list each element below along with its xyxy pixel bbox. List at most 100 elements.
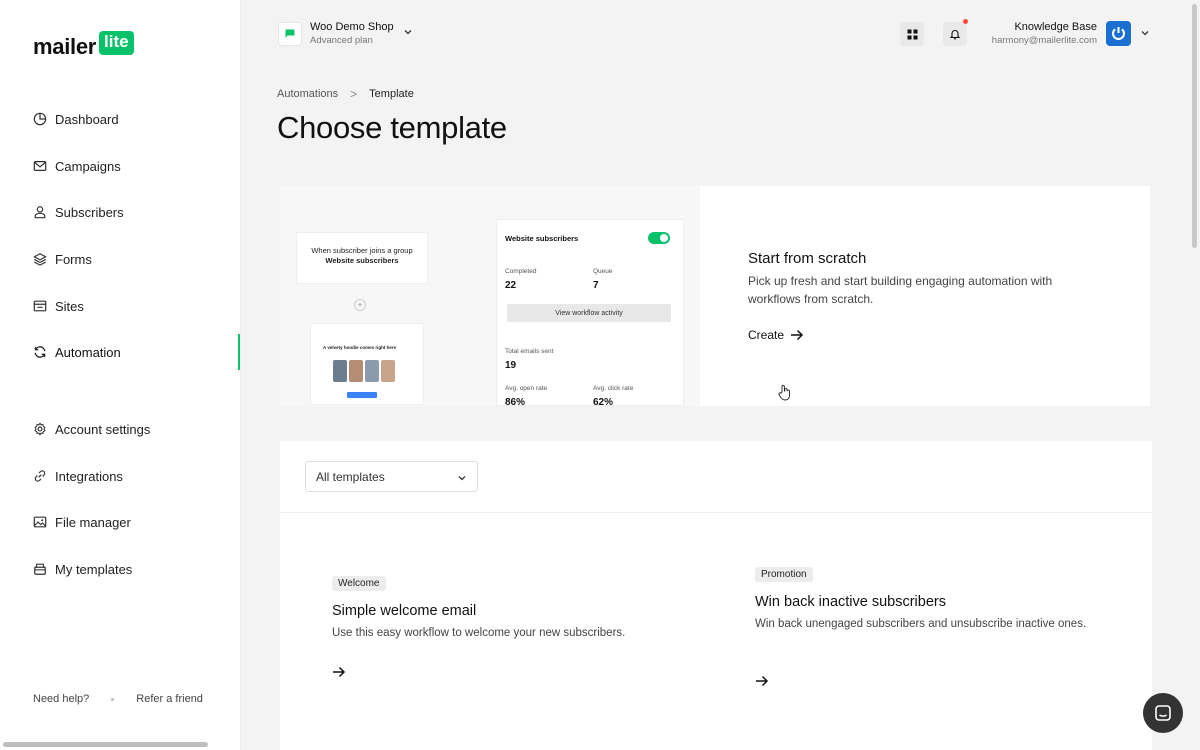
preview-photo <box>381 360 395 382</box>
preview-queue-label: Queue <box>593 268 613 275</box>
gear-icon <box>33 422 47 436</box>
sidebar-item-my-templates[interactable]: My templates <box>0 554 241 584</box>
preview-photo <box>365 360 379 382</box>
preview-trigger-text: When subscriber joins a group <box>311 246 413 255</box>
sidebar-item-label: Subscribers <box>55 204 124 220</box>
preview-completed-label: Completed <box>505 268 537 275</box>
preview-total-label: Total emails sent <box>505 348 554 355</box>
account-email: harmony@mailerlite.com <box>991 35 1097 46</box>
hand-cursor-icon <box>778 384 790 401</box>
chevron-down-icon[interactable] <box>1139 27 1151 39</box>
preview-open-label: Avg. open rate <box>505 385 548 392</box>
arrow-right-icon <box>791 329 804 341</box>
sidebar-item-label: Account settings <box>55 421 151 437</box>
sidebar-item-integrations[interactable]: Integrations <box>0 461 241 491</box>
create-button[interactable]: Create <box>748 328 804 342</box>
preview-email-button <box>347 392 377 398</box>
sidebar-item-account-settings[interactable]: Account settings <box>0 414 241 444</box>
account-name[interactable]: Knowledge Base <box>1014 21 1097 33</box>
preview-trigger-group: Website subscribers <box>325 256 399 265</box>
scratch-title: Start from scratch <box>748 250 867 267</box>
mailerlite-logo[interactable]: mailer lite <box>33 31 134 60</box>
scrollbar-thumb[interactable] <box>1192 4 1197 248</box>
sidebar-item-forms[interactable]: Forms <box>0 244 241 274</box>
shop-plan: Advanced plan <box>310 35 373 46</box>
sidebar-item-label: My templates <box>55 561 133 577</box>
image-icon <box>33 515 47 529</box>
preview-click-value: 62% <box>593 397 614 408</box>
preview-stats-title: Website subscribers <box>505 234 579 243</box>
chevron-down-icon <box>458 476 466 481</box>
breadcrumb-separator: > <box>350 87 358 101</box>
preview-email-headline: A velvety hoodie comes right here <box>323 345 397 350</box>
logo-badge: lite <box>99 31 134 55</box>
sidebar-item-label: File manager <box>55 514 131 530</box>
preview-photo <box>333 360 347 382</box>
preview-stats-panel: Website subscribers Completed 22 Queue 7… <box>496 219 684 408</box>
dashboard-icon <box>33 112 47 126</box>
sidebar-item-sites[interactable]: Sites <box>0 291 241 321</box>
browser-icon <box>33 299 47 313</box>
grid-icon <box>907 29 917 39</box>
avatar[interactable] <box>1106 21 1131 46</box>
breadcrumb: Automations > Template <box>277 87 414 101</box>
shop-flag-icon <box>278 22 302 46</box>
user-icon <box>33 205 47 219</box>
preview-queue-value: 7 <box>593 280 599 291</box>
preview-view-activity-button: View workflow activity <box>507 304 671 322</box>
template-filter-value: All templates <box>316 469 385 484</box>
refresh-icon <box>33 345 47 359</box>
sidebar-item-subscribers[interactable]: Subscribers <box>0 197 241 227</box>
preview-open-value: 86% <box>505 397 526 408</box>
notification-dot <box>963 19 968 24</box>
scratch-description: Pick up fresh and start building engagin… <box>748 274 1053 306</box>
preview-email-step: A velvety hoodie comes right here <box>310 323 424 405</box>
template-name: Simple welcome email <box>332 603 477 619</box>
template-name: Win back inactive subscribers <box>755 594 946 610</box>
apps-grid-button[interactable] <box>900 22 924 46</box>
breadcrumb-current: Template <box>369 88 414 100</box>
chat-icon <box>1155 705 1171 721</box>
link-icon <box>33 469 47 483</box>
preview-toggle <box>648 232 670 244</box>
logo-word: mailer <box>33 34 97 59</box>
breadcrumb-automations-link[interactable]: Automations <box>277 88 338 100</box>
template-icon <box>33 562 47 576</box>
sidebar-item-label: Campaigns <box>55 158 121 174</box>
sidebar-footer: Need help? Refer a friend <box>33 693 203 705</box>
notifications-button[interactable] <box>943 19 968 46</box>
preview-click-label: Avg. click rate <box>593 385 634 392</box>
template-description: Use this easy workflow to welcome your n… <box>332 627 626 639</box>
workflow-preview-image: When subscriber joins a group Website su… <box>280 186 700 408</box>
sidebar-item-automation[interactable]: Automation <box>0 334 241 370</box>
chat-support-button[interactable] <box>1143 693 1183 733</box>
sidebar-item-label: Automation <box>55 344 121 360</box>
need-help-link[interactable]: Need help? <box>33 693 89 705</box>
preview-completed-value: 22 <box>505 280 517 291</box>
arrow-right-icon[interactable] <box>755 675 769 687</box>
template-card-welcome[interactable]: Welcome Simple welcome email Use this ea… <box>307 540 707 718</box>
power-icon <box>1112 27 1125 41</box>
template-filter-select[interactable]: All templates <box>305 461 478 492</box>
horizontal-scrollbar[interactable] <box>3 742 208 747</box>
sidebar-item-label: Dashboard <box>55 111 119 127</box>
arrow-right-icon[interactable] <box>332 666 346 678</box>
sidebar-item-dashboard[interactable]: Dashboard <box>0 104 241 134</box>
bell-icon <box>949 30 961 40</box>
refer-friend-link[interactable]: Refer a friend <box>136 693 203 705</box>
chevron-down-icon[interactable] <box>402 26 414 38</box>
page-title: Choose template <box>277 110 507 145</box>
sidebar-item-label: Forms <box>55 251 92 267</box>
divider <box>280 512 1152 513</box>
preview-photo <box>349 360 363 382</box>
sidebar-item-file-manager[interactable]: File manager <box>0 507 241 537</box>
create-label: Create <box>748 328 785 342</box>
template-card-win-back[interactable]: Promotion Win back inactive subscribers … <box>730 540 1127 718</box>
sidebar-item-label: Sites <box>55 298 84 314</box>
category-badge: Welcome <box>332 576 386 591</box>
mail-icon <box>33 159 47 173</box>
sidebar-item-label: Integrations <box>55 468 123 484</box>
vertical-scrollbar[interactable] <box>1190 0 1200 750</box>
shop-name[interactable]: Woo Demo Shop <box>310 21 394 33</box>
sidebar-item-campaigns[interactable]: Campaigns <box>0 151 241 181</box>
